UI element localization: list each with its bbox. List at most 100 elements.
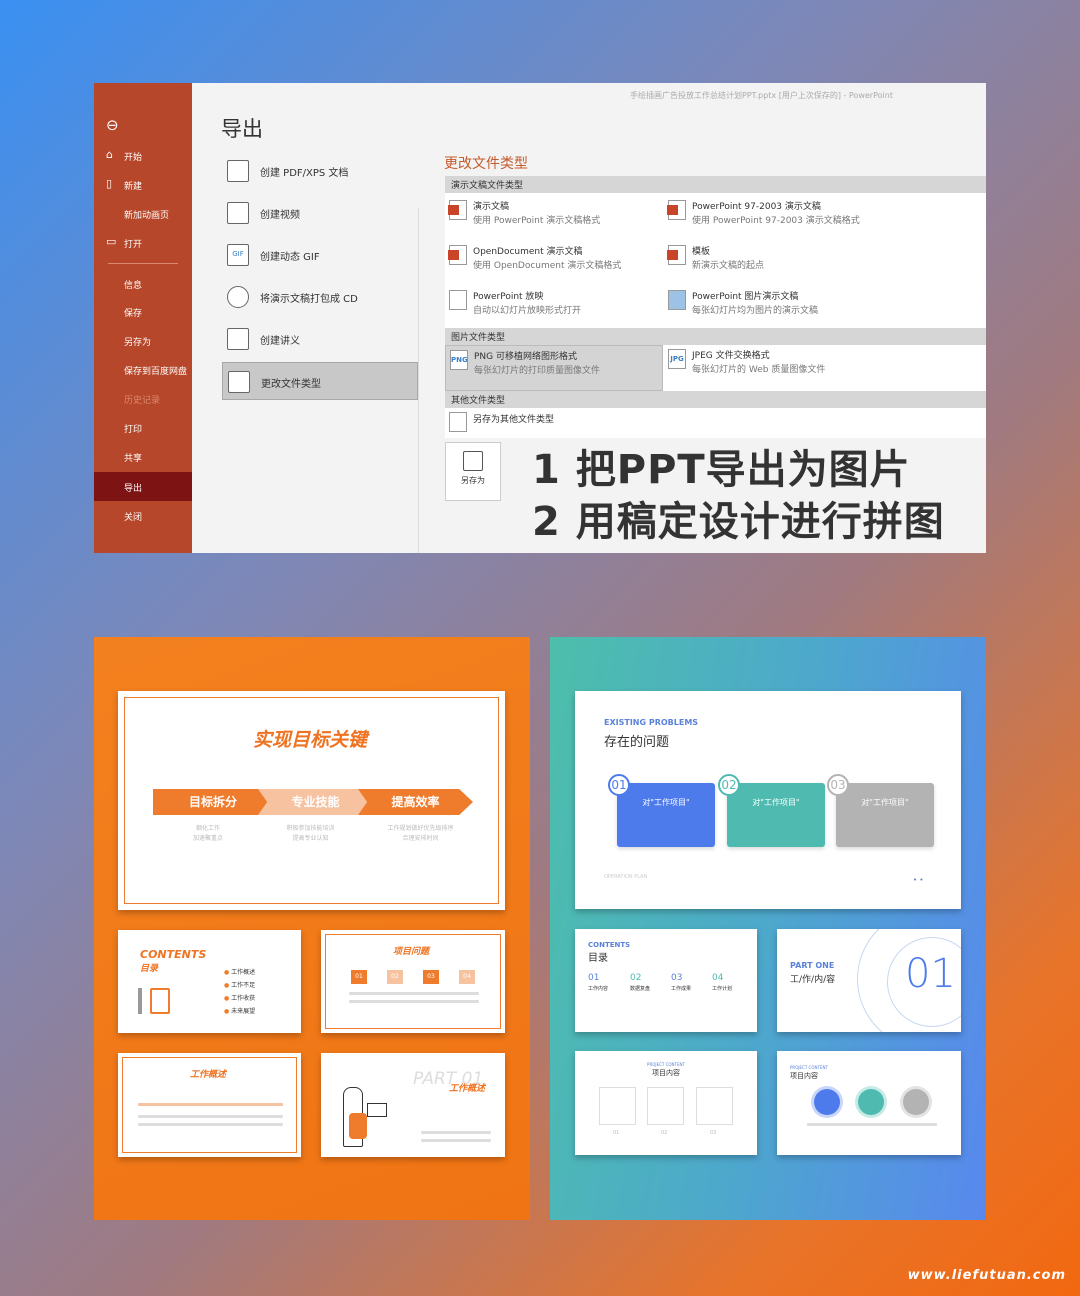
file-type-ppt97[interactable]: PowerPoint 97-2003 演示文稿 使用 PowerPoint 97-… xyxy=(664,196,879,236)
box-number: 01 xyxy=(613,1130,620,1136)
file-type-jpeg[interactable]: JPG JPEG 文件交换格式 每张幻灯片的 Web 质量图像文件 xyxy=(664,345,879,385)
contents-label: 工作成果 xyxy=(671,986,692,992)
step-1: 目标拆分 xyxy=(153,789,273,815)
home-icon: ⌂ xyxy=(106,148,113,161)
box-number: 02 xyxy=(661,1130,668,1136)
slide-blue-contents: CONTENTS 目录 01 02 03 04 工作内容 数据复盘 工作成果 工… xyxy=(575,929,757,1032)
illustration-person xyxy=(349,1113,367,1139)
ppt97-icon xyxy=(667,200,686,220)
contents-item: ● 工作收获 xyxy=(224,995,256,1002)
file-type-template[interactable]: 模板 新演示文稿的起点 xyxy=(664,241,879,281)
section-header: 图片文件类型 xyxy=(445,328,986,345)
backstage-sidebar: ⊖ ⌂ 开始 ▯ 新建 新加动画页 ▭ 打开 信息 保存 另存为 保存到百度网盘… xyxy=(94,83,192,553)
contents-list: ● 工作概述 ● 工作不足 ● 工作收获 ● 未来展望 xyxy=(224,966,255,1018)
puzzle-icon: 02 xyxy=(387,970,403,984)
contents-num: 01 xyxy=(588,973,600,983)
slide-title: 项目内容 xyxy=(652,1069,680,1077)
slide-eyebrow: PART ONE xyxy=(790,961,835,970)
save-as-icon xyxy=(463,451,483,471)
export-pdf-xps[interactable]: 创建 PDF/XPS 文档 xyxy=(227,152,417,190)
overlay-caption-1: 1 把PPT导出为图片 xyxy=(532,447,911,493)
slide-contents: CONTENTS 目录 ● 工作概述 ● 工作不足 ● 工作收获 ● 未来展望 xyxy=(118,930,301,1033)
slideshow-icon xyxy=(449,290,467,310)
contents-label: 工作内容 xyxy=(588,986,609,992)
sidebar-item-close[interactable]: 关闭 xyxy=(124,510,142,523)
jpg-icon: JPG xyxy=(668,349,686,369)
export-gif[interactable]: GIF 创建动态 GIF xyxy=(227,236,417,274)
card-number: 01 xyxy=(608,774,630,796)
contents-label: 工作计划 xyxy=(712,986,733,992)
gif-icon: GIF xyxy=(227,244,249,266)
sidebar-item-share[interactable]: 共享 xyxy=(124,451,142,464)
save-as-button[interactable]: 另存为 xyxy=(445,442,501,501)
export-change-file-type[interactable]: 更改文件类型 xyxy=(222,362,418,400)
save-other-icon xyxy=(449,412,467,432)
sidebar-item-export[interactable]: 导出 xyxy=(124,481,142,494)
slide-title: 工/作/内/容 xyxy=(790,975,836,985)
step-2-desc: 积极参加技能培训 提高专业认知 xyxy=(286,825,335,842)
contents-num: 03 xyxy=(671,973,683,983)
sidebar-item-new-animation[interactable]: 新加动画页 xyxy=(124,208,169,221)
sidebar-item-print[interactable]: 打印 xyxy=(124,422,142,435)
folder-icon: ▭ xyxy=(106,235,117,248)
sidebar-item-save-as[interactable]: 另存为 xyxy=(124,335,151,348)
slide-part-one: PART ONE 工/作/内/容 01 xyxy=(777,929,961,1032)
clipboard-icon xyxy=(150,988,170,1014)
odp-icon xyxy=(448,245,467,265)
file-type-pptx[interactable]: 演示文稿 使用 PowerPoint 演示文稿格式 xyxy=(445,196,660,236)
contents-label: 数据复盘 xyxy=(630,986,651,992)
slide-eyebrow: CONTENTS xyxy=(588,941,631,949)
picture-icon xyxy=(668,290,686,310)
circle-item xyxy=(814,1089,840,1115)
pptx-icon xyxy=(448,200,467,220)
video-icon xyxy=(227,202,249,224)
sidebar-divider xyxy=(108,263,178,264)
circle-item xyxy=(903,1089,929,1115)
export-video[interactable]: 创建视频 xyxy=(227,194,417,232)
section-header: 演示文稿文件类型 xyxy=(445,176,986,193)
step-3-desc: 工作规划做好优先级排序 合理安排时间 xyxy=(387,825,454,842)
slide-title: 工作概述 xyxy=(190,1070,227,1080)
slide-part-01: PART 01 工作概述 xyxy=(321,1053,505,1157)
puzzle-icon: 04 xyxy=(459,970,475,984)
placeholder-text xyxy=(138,1123,283,1126)
export-package-cd[interactable]: 将演示文稿打包成 CD xyxy=(227,278,417,316)
slide-eyebrow: PROJECT CONTENT xyxy=(647,1062,685,1067)
page-title: 导出 xyxy=(221,117,263,141)
slide-work-overview: 工作概述 xyxy=(118,1053,301,1157)
export-handouts[interactable]: 创建讲义 xyxy=(227,320,417,358)
sidebar-item-save-baidu[interactable]: 保存到百度网盘 xyxy=(124,364,187,377)
sidebar-item-info[interactable]: 信息 xyxy=(124,278,142,291)
file-type-odp[interactable]: OpenDocument 演示文稿 使用 OpenDocument 演示文稿格式 xyxy=(445,241,660,281)
powerpoint-backstage-window: ⊖ ⌂ 开始 ▯ 新建 新加动画页 ▭ 打开 信息 保存 另存为 保存到百度网盘… xyxy=(94,83,986,553)
file-type-show[interactable]: PowerPoint 放映 自动以幻灯片放映形式打开 xyxy=(445,286,660,326)
card-number: 02 xyxy=(718,774,740,796)
slide-title: 存在的问题 xyxy=(604,735,670,750)
sidebar-item-new[interactable]: 新建 xyxy=(124,179,142,192)
contents-num: 02 xyxy=(630,973,642,983)
pencil-icon xyxy=(138,988,142,1014)
slide-project-content-b: PROJECT CONTENT 项目内容 xyxy=(777,1051,961,1155)
dots-decoration: • • xyxy=(913,876,924,884)
content-box xyxy=(599,1087,636,1125)
slide-subtitle: 目录 xyxy=(140,964,159,974)
sidebar-item-open[interactable]: 打开 xyxy=(124,237,142,250)
sidebar-item-home[interactable]: 开始 xyxy=(124,150,142,163)
contents-num: 04 xyxy=(712,973,724,983)
back-arrow-icon[interactable]: ⊖ xyxy=(106,116,119,134)
slide-eyebrow: PROJECT CONTENT xyxy=(790,1065,828,1070)
slide-title: 项目内容 xyxy=(790,1072,818,1080)
handout-icon xyxy=(227,328,249,350)
placeholder-text xyxy=(349,1000,479,1003)
file-type-png[interactable]: PNG PNG 可移植网络图形格式 每张幻灯片的打印质量图像文件 xyxy=(445,345,663,391)
orange-slide-collage: 实现目标关键 目标拆分 专业技能 提高效率 细化工作 加速聚重点 积极参加技能培… xyxy=(94,637,530,1220)
card-number: 03 xyxy=(827,774,849,796)
watermark: www.liefutuan.com xyxy=(907,1268,1066,1283)
box-number: 03 xyxy=(710,1130,717,1136)
file-type-picture-presentation[interactable]: PowerPoint 图片演示文稿 每张幻灯片均为图片的演示文稿 xyxy=(664,286,879,326)
window-title: 手绘插画广告投放工作总结计划PPT.pptx [用户上次保存的] - Power… xyxy=(630,91,893,100)
new-file-icon: ▯ xyxy=(106,177,113,190)
sidebar-item-save[interactable]: 保存 xyxy=(124,306,142,319)
placeholder-text xyxy=(421,1139,491,1142)
sidebar-item-history: 历史记录 xyxy=(124,396,161,406)
